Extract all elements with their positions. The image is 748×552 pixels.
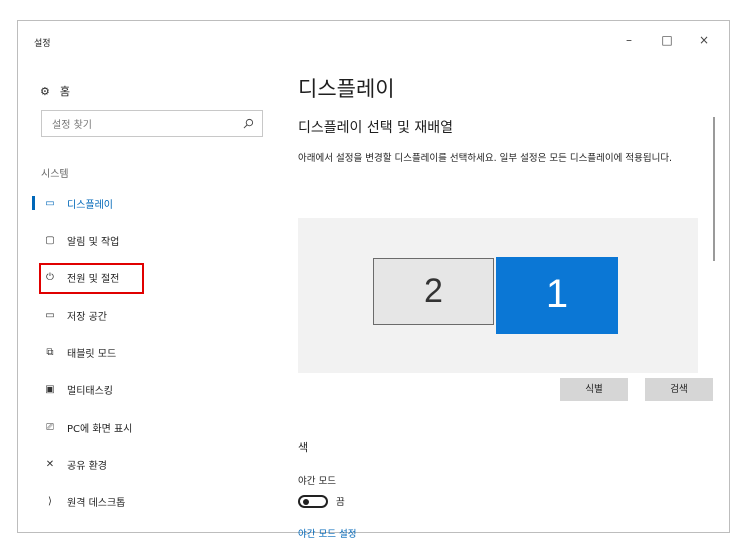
display-icon: ▭ [45,197,55,209]
home-link[interactable]: ⚙ 홈 [40,83,70,99]
notification-icon: ▢ [45,234,55,246]
monitor-2[interactable]: 2 [373,258,494,325]
page-title: 디스플레이 [298,77,395,101]
title-bar: 설정 – □ × [18,21,729,57]
section-title: 디스플레이 선택 및 재배열 [298,120,454,136]
scrollbar[interactable] [713,117,715,261]
sidebar-item-label: 공유 환경 [67,460,107,472]
detect-button[interactable]: 검색 [645,378,713,401]
minimize-button[interactable]: – [618,32,640,48]
search-input[interactable]: 설정 찾기 [41,110,263,137]
category-label: 시스템 [41,169,69,180]
sidebar-item-shared[interactable]: ✕ 공유 환경 [18,450,263,478]
sidebar-item-projecting[interactable]: ⎚ PC에 화면 표시 [18,413,263,441]
search-icon [243,118,254,129]
close-button[interactable]: × [693,32,715,48]
color-heading: 색 [298,441,309,454]
night-mode-settings-link[interactable]: 야간 모드 설정 [298,526,356,540]
toggle-switch[interactable] [298,494,328,508]
description-text: 아래에서 설정을 변경할 디스플레이를 선택하세요. 일부 설정은 모든 디스플… [298,153,673,164]
sidebar-item-storage[interactable]: ▭ 저장 공간 [18,301,263,329]
maximize-button[interactable]: □ [656,32,678,48]
sidebar-item-label: 멀티태스킹 [67,385,113,397]
sidebar-item-notifications[interactable]: ▢ 알림 및 작업 [18,226,263,254]
sidebar-item-label: 원격 데스크톱 [67,497,126,509]
night-mode-label: 야간 모드 [298,476,336,487]
settings-window: 설정 – □ × ⚙ 홈 설정 찾기 시스템 ▭ 디스플레이 ▢ 알림 및 작업… [17,20,730,540]
projecting-icon: ⎚ [46,421,54,433]
tablet-icon: ⧉ [46,346,54,358]
sidebar-item-label: 저장 공간 [67,311,107,323]
sidebar-item-display[interactable]: ▭ 디스플레이 [18,189,263,217]
sidebar-item-label: 디스플레이 [67,199,113,211]
night-mode-toggle[interactable]: 끔 [298,494,345,508]
sidebar-item-label: 태블릿 모드 [67,348,117,360]
monitor-arrangement: 2 1 [298,218,698,373]
window-title: 설정 [34,39,51,49]
main-content: 디스플레이 디스플레이 선택 및 재배열 아래에서 설정을 변경할 디스플레이를… [298,57,718,540]
remote-desktop-icon: ⟩ [48,495,52,507]
identify-button[interactable]: 식별 [560,378,628,401]
shared-icon: ✕ [45,458,55,470]
sidebar-item-multitasking[interactable]: ▣ 멀티태스킹 [18,375,263,403]
sidebar-item-label: PC에 화면 표시 [67,423,133,435]
sidebar-item-label: 알림 및 작업 [67,236,120,248]
multitasking-icon: ▣ [45,383,55,395]
search-placeholder: 설정 찾기 [52,120,92,131]
sidebar-item-tablet[interactable]: ⧉ 태블릿 모드 [18,338,263,366]
home-label: 홈 [59,85,70,98]
toggle-state: 끔 [336,497,345,508]
sidebar: ⚙ 홈 설정 찾기 시스템 ▭ 디스플레이 ▢ 알림 및 작업 ⏻ 전원 및 절… [18,57,263,532]
active-indicator [32,196,35,210]
monitor-1[interactable]: 1 [496,257,618,334]
sidebar-item-remote-desktop[interactable]: ⟩ 원격 데스크톱 [18,487,263,515]
toggle-knob [303,498,309,505]
storage-icon: ▭ [45,309,55,321]
highlight-box [39,263,144,294]
gear-icon: ⚙ [40,84,50,98]
